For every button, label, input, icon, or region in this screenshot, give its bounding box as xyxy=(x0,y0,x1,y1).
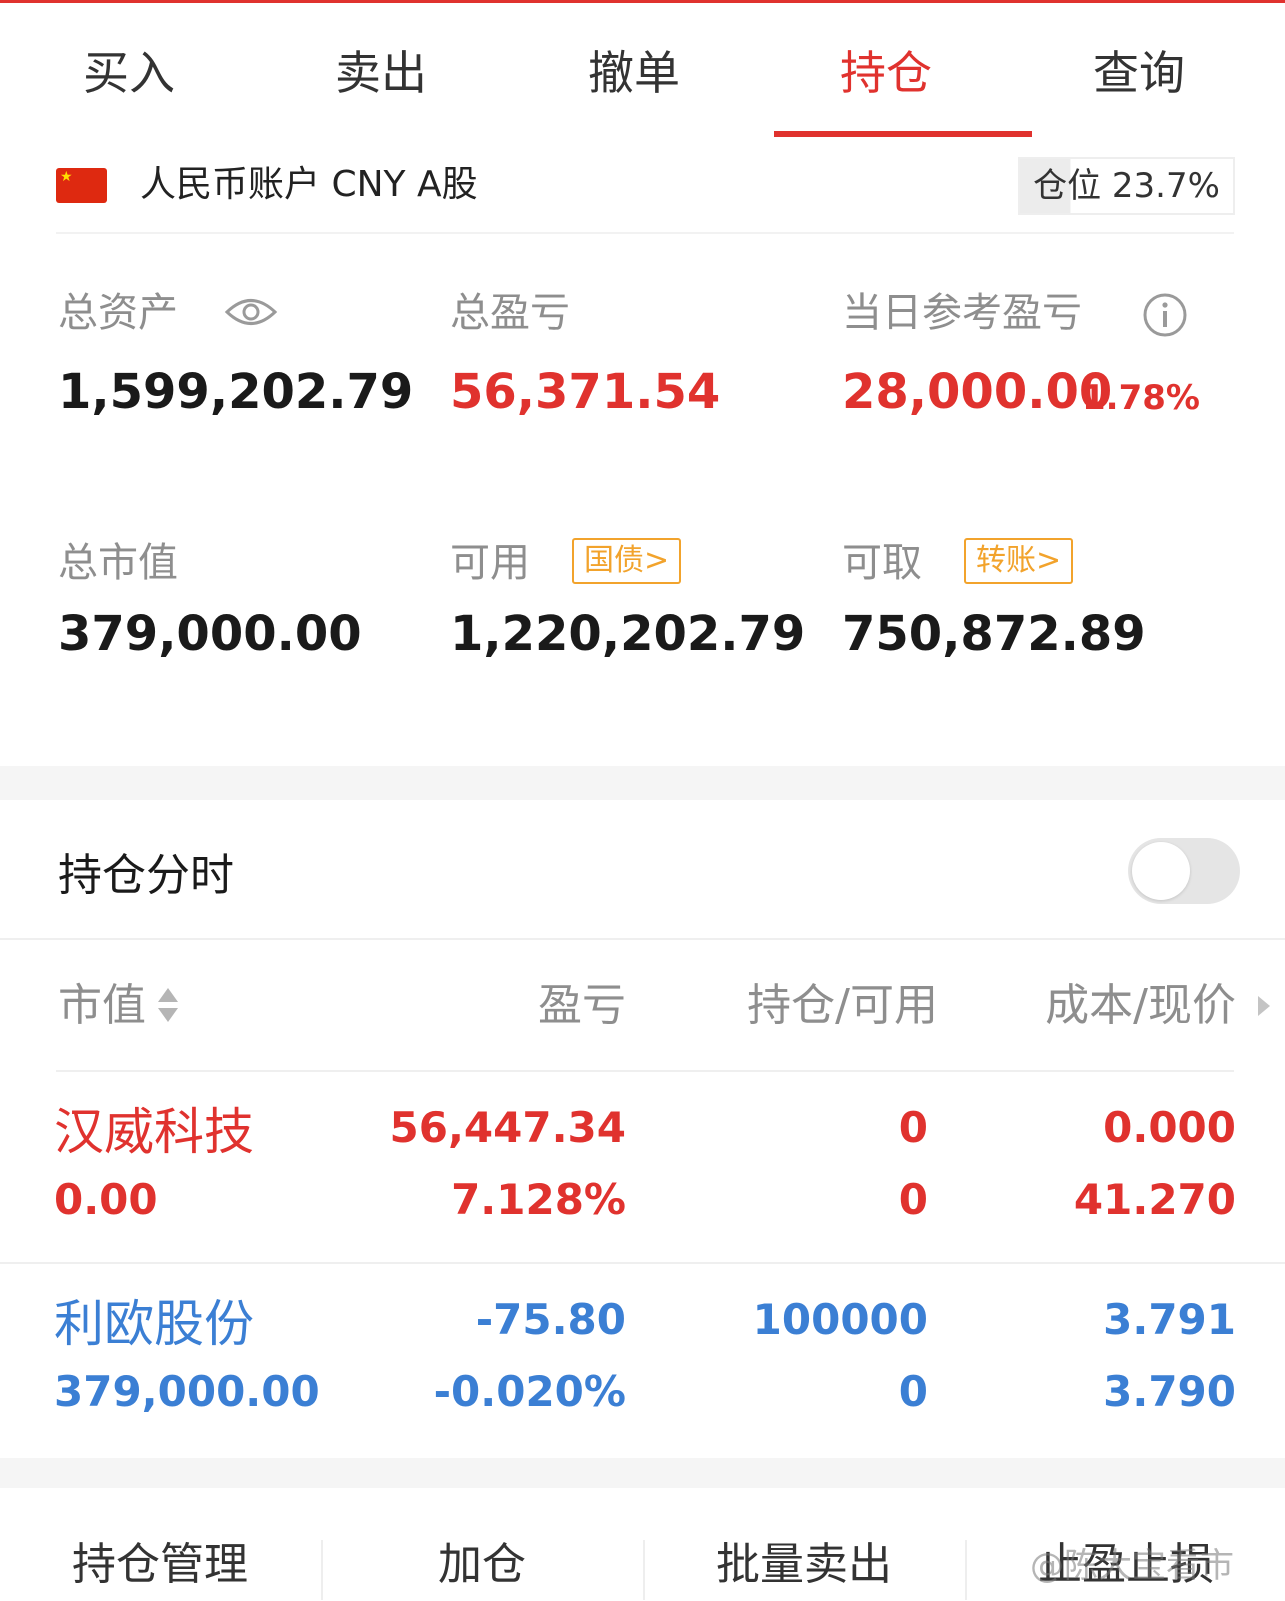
divider xyxy=(56,1070,1234,1072)
toggle-knob xyxy=(1132,842,1190,900)
active-tab-indicator xyxy=(774,131,1032,137)
section-gap xyxy=(0,766,1285,800)
china-flag-icon: ★ xyxy=(56,168,107,203)
tab-positions[interactable]: 持仓 xyxy=(757,40,1015,140)
tab-cancel[interactable]: 撤单 xyxy=(505,40,763,140)
stock-price: 3.790 xyxy=(1103,1367,1236,1416)
column-position-available[interactable]: 持仓/可用 xyxy=(680,978,938,1034)
eye-icon[interactable] xyxy=(224,295,278,329)
total-pl-value: 56,371.54 xyxy=(450,364,721,420)
watermark: @陈大宝看市 xyxy=(1030,1546,1234,1586)
stock-pl: 56,447.34 xyxy=(389,1103,626,1152)
treasury-bond-button[interactable]: 国债> xyxy=(572,538,682,584)
market-value-value: 379,000.00 xyxy=(58,606,362,662)
daily-pl-label: 当日参考盈亏 xyxy=(842,290,1082,336)
transfer-button[interactable]: 转账> xyxy=(964,538,1074,584)
holdings-intraday-title: 持仓分时 xyxy=(58,850,234,901)
column-market-value[interactable]: 市值 xyxy=(58,978,146,1034)
stock-price: 41.270 xyxy=(1073,1175,1236,1224)
stock-market-value: 379,000.00 xyxy=(54,1367,320,1416)
total-pl-label: 总盈亏 xyxy=(450,290,570,336)
stock-pl-percent: 7.128% xyxy=(451,1175,626,1224)
batch-sell-button[interactable]: 批量卖出 xyxy=(644,1535,964,1595)
position-ratio-badge: 仓位 23.7% xyxy=(1018,157,1235,215)
withdrawable-value: 750,872.89 xyxy=(842,606,1146,662)
total-assets-value: 1,599,202.79 xyxy=(58,364,414,420)
tab-query[interactable]: 查询 xyxy=(1010,40,1268,140)
scroll-right-arrow-icon[interactable] xyxy=(1256,994,1272,1018)
account-row[interactable]: ★ 人民币账户 CNY A股 仓位 23.7% xyxy=(0,150,1285,234)
info-icon[interactable] xyxy=(1142,292,1188,338)
stock-position: 100000 xyxy=(752,1295,928,1344)
divider xyxy=(0,938,1285,940)
position-management-button[interactable]: 持仓管理 xyxy=(0,1535,320,1595)
available-label: 可用 xyxy=(450,540,530,586)
withdrawable-label: 可取 xyxy=(842,540,922,586)
account-label: 人民币账户 CNY A股 xyxy=(140,164,478,205)
sort-icon[interactable] xyxy=(156,984,180,1026)
daily-pl-value: 28,000.00 xyxy=(842,364,1113,420)
divider xyxy=(56,232,1234,234)
stock-pl-percent: -0.020% xyxy=(433,1367,626,1416)
stock-name: 利欧股份 xyxy=(54,1295,254,1353)
stock-available: 0 xyxy=(898,1175,928,1224)
stock-position: 0 xyxy=(898,1103,928,1152)
daily-pl-percent: 1.78% xyxy=(1082,378,1200,418)
tab-buy[interactable]: 买入 xyxy=(0,40,258,140)
stock-cost: 0.000 xyxy=(1103,1103,1236,1152)
available-value: 1,220,202.79 xyxy=(450,606,806,662)
total-assets-label: 总资产 xyxy=(58,290,178,336)
divider xyxy=(0,1262,1285,1264)
stock-name: 汉威科技 xyxy=(54,1103,254,1161)
stock-available: 0 xyxy=(898,1367,928,1416)
stock-market-value: 0.00 xyxy=(54,1175,158,1224)
section-gap xyxy=(0,1458,1285,1488)
stock-cost: 3.791 xyxy=(1103,1295,1236,1344)
market-value-label: 总市值 xyxy=(58,540,178,586)
tab-sell[interactable]: 卖出 xyxy=(252,40,510,140)
stock-pl: -75.80 xyxy=(475,1295,626,1344)
column-pl[interactable]: 盈亏 xyxy=(420,978,626,1034)
add-position-button[interactable]: 加仓 xyxy=(322,1535,642,1595)
trade-tabs: 买入 卖出 撤单 持仓 查询 xyxy=(0,0,1285,140)
holdings-intraday-toggle[interactable] xyxy=(1128,838,1240,904)
column-cost-price[interactable]: 成本/现价 xyxy=(980,978,1236,1034)
